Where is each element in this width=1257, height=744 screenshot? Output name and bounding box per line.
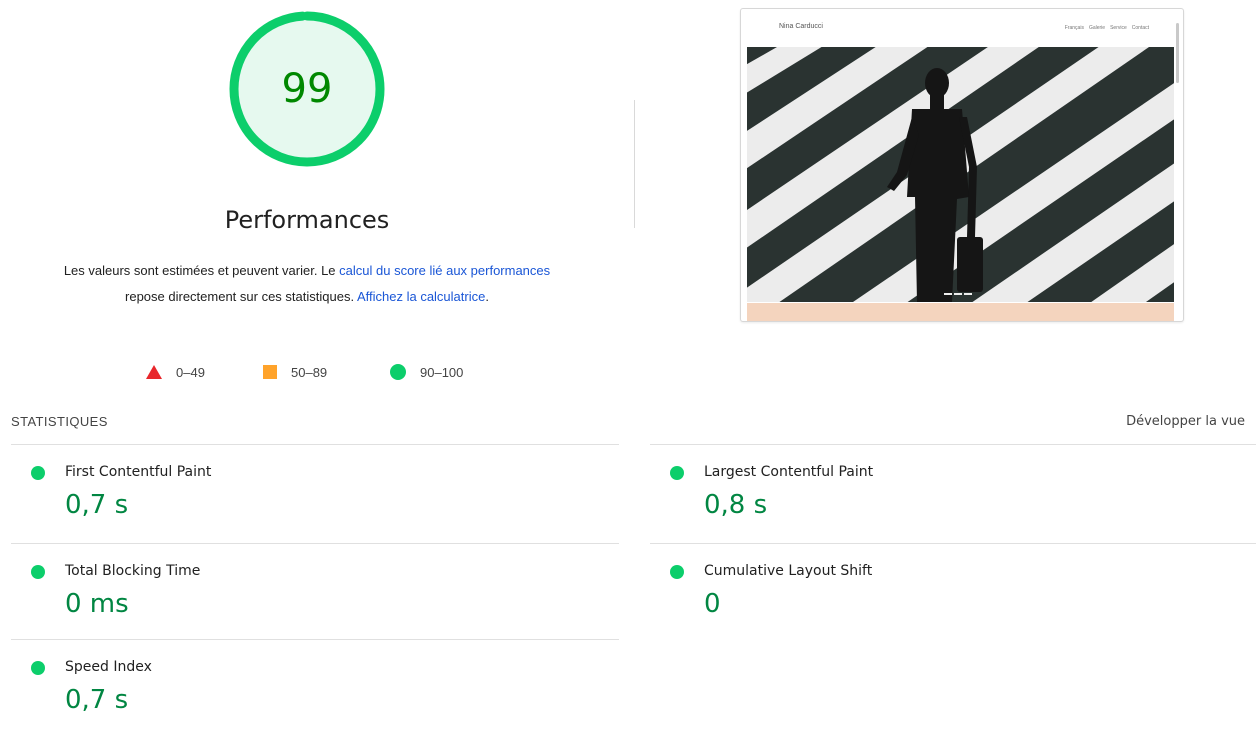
divider — [11, 444, 619, 445]
metric-label: Total Blocking Time — [65, 563, 201, 579]
score-calculation-link[interactable]: calcul du score lié aux performances — [339, 263, 550, 278]
score-value: 99 — [281, 66, 333, 112]
legend-item-average: 50–89 — [263, 362, 327, 382]
divider — [11, 639, 619, 640]
metric-value: 0 ms — [65, 589, 129, 619]
metric-label: First Contentful Paint — [65, 464, 212, 480]
metric-label: Largest Contentful Paint — [704, 464, 874, 480]
final-screenshot: Nina Carducci Français Galerie Service C… — [740, 8, 1184, 322]
square-icon — [263, 365, 277, 379]
divider — [634, 100, 635, 228]
metric-largest-contentful-paint: Largest Contentful Paint 0,8 s — [650, 456, 1210, 546]
metric-value: 0,8 s — [704, 490, 768, 520]
legend-item-pass: 90–100 — [390, 362, 463, 382]
metric-cumulative-layout-shift: Cumulative Layout Shift 0 — [650, 555, 1210, 645]
category-title: Performances — [224, 206, 390, 234]
screenshot-footer-band — [747, 303, 1174, 321]
calculator-link[interactable]: Affichez la calculatrice — [357, 289, 485, 304]
hero-image — [747, 47, 1174, 302]
metric-label: Speed Index — [65, 659, 152, 675]
metric-total-blocking-time: Total Blocking Time 0 ms — [11, 555, 571, 645]
circle-icon — [390, 364, 406, 380]
pass-circle-icon — [31, 661, 45, 675]
expand-view-toggle[interactable]: Développer la vue — [1126, 414, 1245, 429]
metric-value: 0,7 s — [65, 490, 129, 520]
metric-first-contentful-paint: First Contentful Paint 0,7 s — [11, 456, 571, 546]
metric-value: 0,7 s — [65, 685, 129, 715]
metric-label: Cumulative Layout Shift — [704, 563, 873, 579]
screenshot-nav: Français Galerie Service Contact — [1064, 25, 1149, 31]
statistics-title: STATISTIQUES — [11, 414, 108, 429]
triangle-icon — [146, 365, 162, 379]
divider — [11, 543, 619, 544]
screenshot-hero-image — [747, 47, 1174, 302]
score-legend: 0–49 50–89 90–100 — [0, 362, 614, 382]
metric-value: 0 — [704, 589, 721, 619]
legend-item-fail: 0–49 — [146, 362, 205, 382]
pass-circle-icon — [670, 466, 684, 480]
score-gauge: 99 — [228, 10, 386, 168]
pass-circle-icon — [31, 466, 45, 480]
score-description: Les valeurs sont estimées et peuvent var… — [63, 263, 551, 304]
screenshot-brand: Nina Carducci — [779, 23, 823, 30]
metric-speed-index: Speed Index 0,7 s — [11, 651, 571, 741]
pass-circle-icon — [31, 565, 45, 579]
divider — [650, 444, 1256, 445]
divider — [650, 543, 1256, 544]
screenshot-scrollbar — [1176, 23, 1179, 83]
screenshot-header: Nina Carducci Français Galerie Service C… — [747, 21, 1167, 41]
pass-circle-icon — [670, 565, 684, 579]
